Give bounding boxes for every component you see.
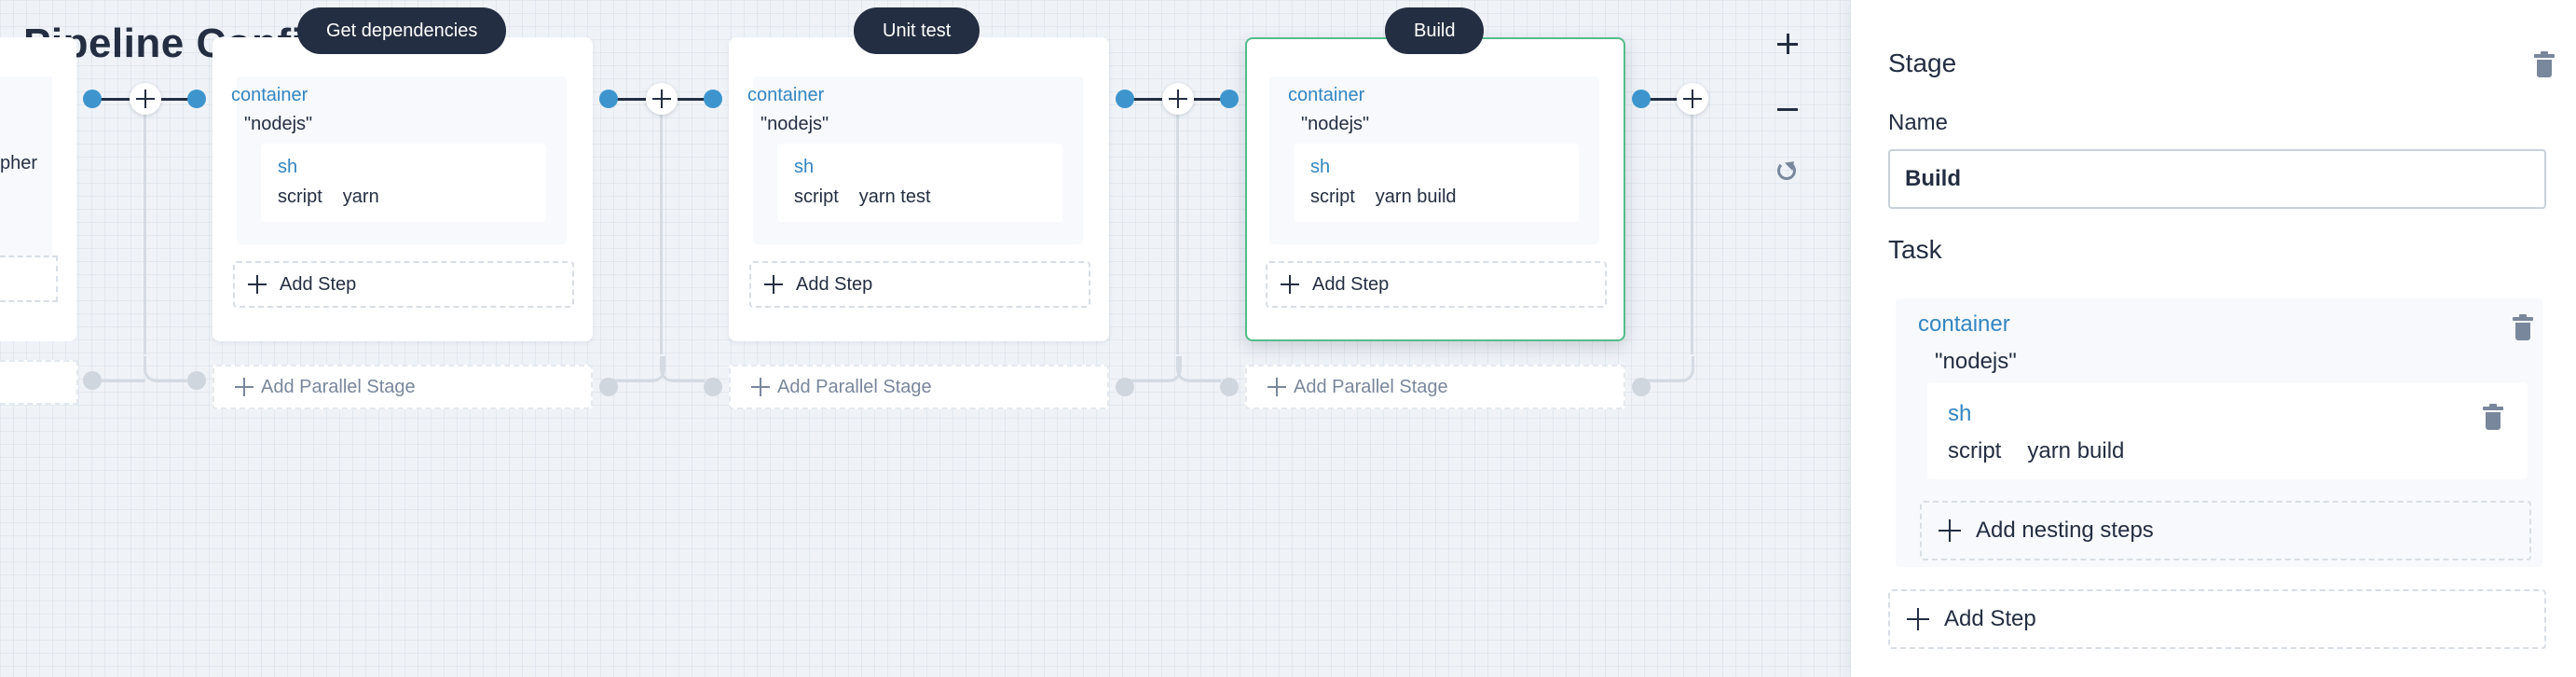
refresh-icon[interactable]	[1777, 161, 1796, 180]
panel-heading: Stage	[1888, 48, 1957, 77]
add-parallel-stage-button[interactable]: Add Parallel Stage	[212, 365, 593, 409]
step-script: script yarn build	[1948, 438, 2124, 464]
add-parallel-label: Add Parallel Stage	[261, 377, 416, 397]
plus-icon	[235, 378, 253, 396]
zoom-in-button[interactable]	[1774, 31, 1801, 57]
add-step-button[interactable]: Add Step	[1266, 261, 1607, 308]
step-box[interactable]	[1927, 382, 2528, 479]
plus-icon	[1281, 275, 1299, 294]
step-key: script	[794, 187, 839, 207]
name-label: Name	[1888, 110, 1949, 135]
step-box[interactable]	[777, 144, 1062, 222]
trash-icon[interactable]	[2534, 51, 2555, 77]
step-script: script yarn	[278, 187, 379, 208]
task-title: container	[747, 85, 825, 105]
stage-detail-panel: Stage Name Task container "nodejs" sh sc…	[1850, 0, 2576, 677]
task-heading: Task	[1888, 235, 1942, 264]
add-stage-button[interactable]	[646, 83, 678, 115]
step-title: sh	[794, 157, 815, 177]
partial-stage-card[interactable]: pher	[0, 37, 76, 341]
step-value: yarn build	[1375, 187, 1457, 207]
add-step-button[interactable]: Add Step	[233, 261, 574, 308]
step-key: script	[1310, 187, 1355, 207]
stage-name-pill[interactable]: Unit test	[854, 7, 980, 54]
stage-card-get-dependencies[interactable]: container "nodejs" sh script yarn Add Ste…	[212, 37, 593, 341]
add-step-label: Add Step	[1312, 274, 1390, 295]
step-script: script yarn build	[1310, 187, 1457, 208]
stage-card-unit-test[interactable]: container "nodejs" sh script yarn test Ad…	[729, 37, 1109, 341]
step-value: yarn	[342, 187, 379, 207]
step-title: sh	[1948, 401, 1972, 426]
add-parallel-label: Add Parallel Stage	[1294, 377, 1448, 397]
task-value: "nodejs"	[1935, 349, 2017, 374]
plus-icon	[1939, 519, 1961, 542]
plus-icon	[1683, 90, 1702, 108]
add-stage-button[interactable]	[1162, 83, 1194, 115]
stage-name-pill[interactable]: Build	[1385, 7, 1485, 54]
add-stage-button[interactable]	[1677, 83, 1708, 115]
plus-icon	[248, 275, 267, 294]
stage-card-build[interactable]: container "nodejs" sh script yarn build A…	[1245, 37, 1625, 341]
plus-icon	[1169, 90, 1187, 108]
step-title: sh	[1310, 157, 1331, 177]
plus-icon	[652, 90, 671, 108]
step-value: yarn build	[2027, 438, 2125, 463]
trash-icon[interactable]	[2513, 314, 2533, 340]
task-value: "nodejs"	[760, 114, 829, 134]
plus-icon	[751, 378, 770, 396]
add-parallel-label: Add Parallel Stage	[777, 377, 932, 397]
plus-icon	[1907, 608, 1929, 630]
add-stage-button[interactable]	[130, 83, 161, 115]
task-value: "nodejs"	[1301, 114, 1370, 134]
step-value: yarn test	[858, 187, 931, 207]
add-step-label: Add Step	[280, 274, 357, 295]
partial-add-parallel[interactable]	[0, 360, 78, 405]
partial-stage-text: pher	[0, 153, 38, 173]
step-script: script yarn test	[794, 187, 931, 208]
step-box[interactable]	[261, 144, 546, 222]
task-title: container	[1288, 85, 1365, 105]
pipeline-canvas: Pipeline Configuration pher Get dependen…	[0, 0, 1850, 677]
panel-add-step-button[interactable]: Add Step	[1888, 589, 2546, 649]
step-title: sh	[278, 157, 298, 177]
task-value: "nodejs"	[244, 114, 313, 134]
add-step-button[interactable]: Add Step	[749, 261, 1090, 308]
panel-add-step-label: Add Step	[1944, 606, 2036, 631]
add-step-label: Add Step	[796, 274, 873, 295]
plus-icon	[136, 90, 155, 108]
stage-name-pill[interactable]: Get dependencies	[297, 7, 507, 54]
stage-name-input[interactable]	[1888, 149, 2546, 209]
step-key: script	[1948, 438, 2002, 463]
plus-icon	[1267, 378, 1286, 396]
step-box[interactable]	[1294, 144, 1579, 222]
add-parallel-stage-button[interactable]: Add Parallel Stage	[1245, 365, 1625, 409]
step-key: script	[278, 187, 322, 207]
add-nesting-label: Add nesting steps	[1976, 518, 2154, 543]
task-title: container	[231, 85, 308, 105]
add-parallel-stage-button[interactable]: Add Parallel Stage	[729, 365, 1109, 409]
plus-icon	[764, 275, 783, 294]
task-title: container	[1918, 311, 2010, 337]
trash-icon[interactable]	[2483, 404, 2503, 430]
zoom-out-button[interactable]	[1774, 96, 1801, 122]
add-nesting-steps-button[interactable]: Add nesting steps	[1920, 501, 2531, 560]
